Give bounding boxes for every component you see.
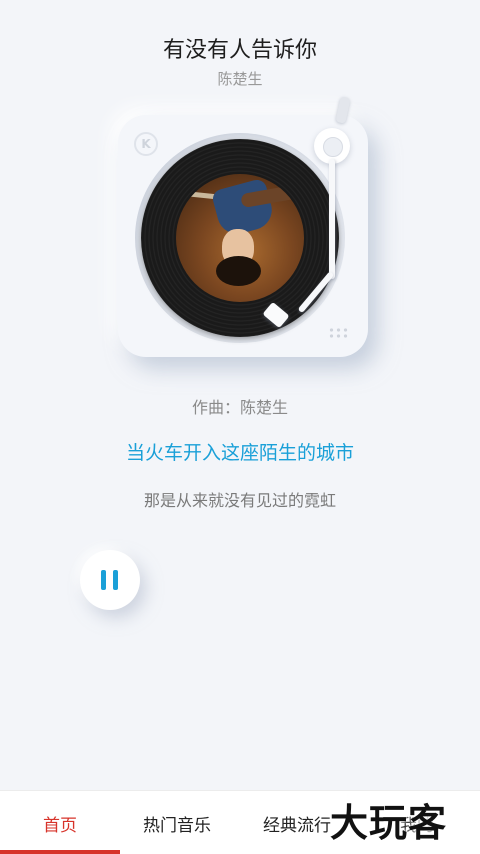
tab-classic-pop[interactable]: 经典流行 — [263, 811, 331, 836]
speaker-dots-icon — [328, 327, 350, 339]
turntable: K — [118, 96, 368, 357]
song-title: 有没有人告诉你 — [162, 38, 317, 63]
watermark: 大玩客 — [330, 801, 448, 845]
tab-hot-music[interactable]: 热门音乐 — [143, 811, 211, 836]
tonearm — [329, 159, 335, 279]
lyric-current-line: 当火车开入这座陌生的城市 — [125, 442, 354, 464]
pause-icon — [113, 570, 118, 590]
composer-credit: 作曲：陈楚生 — [191, 398, 288, 417]
turntable-logo: K — [134, 132, 158, 156]
lyric-next-line: 那是从来就没有见过的霓虹 — [143, 491, 336, 510]
active-tab-indicator — [0, 850, 120, 854]
tonearm-weight — [335, 96, 351, 124]
album-cover — [176, 174, 304, 302]
pause-icon — [101, 570, 106, 590]
pause-button[interactable] — [80, 550, 140, 610]
tab-home[interactable]: 首页 — [43, 811, 77, 836]
turntable-platter — [135, 133, 345, 343]
song-artist: 陈楚生 — [217, 70, 263, 88]
vinyl-record — [141, 139, 339, 337]
